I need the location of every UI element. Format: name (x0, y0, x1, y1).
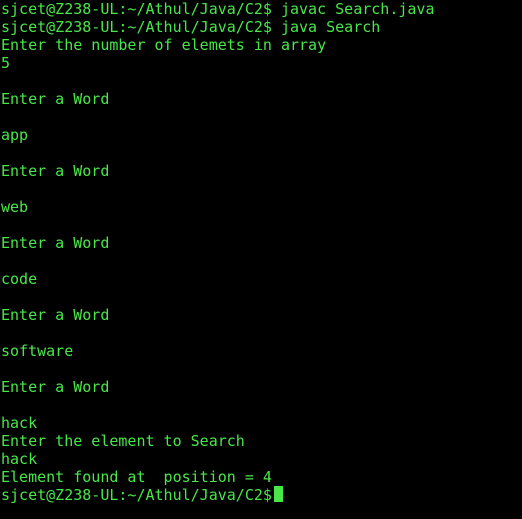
terminal-line: software (1, 342, 74, 360)
terminal-line: 5 (1, 54, 11, 72)
terminal-line: hack (1, 414, 38, 432)
terminal-line: Enter a Word (1, 306, 110, 324)
terminal-prompt-line[interactable]: sjcet@Z238-UL:~/Athul/Java/C2$ (1, 486, 522, 504)
terminal-line: Enter the element to Search (1, 432, 245, 450)
terminal-line: Element found at position = 4 (1, 468, 272, 486)
terminal-window[interactable]: sjcet@Z238-UL:~/Athul/Java/C2$ javac Sea… (0, 0, 522, 519)
terminal-line: code (1, 270, 38, 288)
terminal-line: Enter a Word (1, 90, 110, 108)
terminal-line: Enter a Word (1, 162, 110, 180)
terminal-line: web (1, 198, 29, 216)
terminal-line: sjcet@Z238-UL:~/Athul/Java/C2$ javac Sea… (1, 0, 435, 18)
terminal-prompt: sjcet@Z238-UL:~/Athul/Java/C2$ (1, 486, 272, 504)
terminal-line: hack (1, 450, 38, 468)
terminal-line: Enter the number of elemets in array (1, 36, 327, 54)
terminal-line: Enter a Word (1, 378, 110, 396)
terminal-line: sjcet@Z238-UL:~/Athul/Java/C2$ java Sear… (1, 18, 381, 36)
terminal-line: Enter a Word (1, 234, 110, 252)
terminal-cursor (273, 486, 283, 502)
terminal-line: app (1, 126, 29, 144)
